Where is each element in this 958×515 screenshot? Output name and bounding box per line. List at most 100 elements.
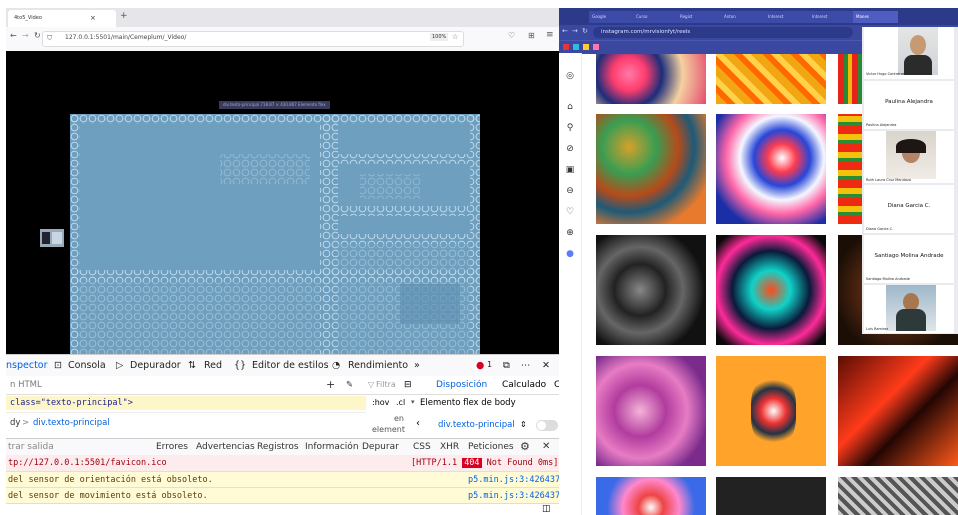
profile-icon[interactable]: ● — [564, 248, 576, 260]
shield-icon[interactable]: ⛉ — [47, 34, 52, 43]
style-editor-tab-icon[interactable]: {} — [234, 360, 246, 371]
chrome-tab-active[interactable]: Manes — [853, 11, 898, 23]
forward-icon[interactable]: → — [22, 31, 29, 40]
selected-node-row[interactable]: class="texto-principal"> — [6, 396, 366, 410]
post-thumbnail[interactable] — [596, 356, 706, 466]
console-settings-icon[interactable]: ⚙ — [520, 440, 530, 453]
p5-sketch-canvas[interactable] — [70, 114, 480, 366]
select-arrow-icon[interactable]: ⇕ — [520, 420, 527, 429]
console-row-warning[interactable]: del sensor de orientación está obsoleto.… — [6, 471, 559, 488]
participant-tile[interactable]: Victor Hugo Contreras — [864, 27, 954, 79]
back-icon[interactable]: ← — [10, 31, 17, 40]
post-thumbnail[interactable] — [716, 477, 826, 515]
filter-requests[interactable]: Peticiones — [468, 442, 514, 452]
chrome-tab[interactable]: Anton — [721, 11, 766, 23]
close-devtools-icon[interactable]: ✕ — [542, 360, 550, 371]
chrome-tab[interactable]: Regist — [677, 11, 722, 23]
flex-item-selector[interactable]: div.texto-principal — [438, 420, 515, 430]
post-thumbnail[interactable] — [596, 54, 706, 104]
chrome-tab[interactable]: Curso — [633, 11, 678, 23]
post-thumbnail[interactable] — [596, 114, 706, 224]
close-split-console-icon[interactable]: ✕ — [542, 441, 550, 452]
create-icon[interactable]: ⊕ — [564, 227, 576, 239]
tab-network[interactable]: Red — [204, 360, 222, 371]
post-thumbnail[interactable] — [838, 54, 864, 104]
hover-toggle[interactable]: :hov — [372, 398, 389, 407]
html-search-input[interactable]: n HTML — [10, 376, 42, 394]
post-thumbnail[interactable] — [716, 356, 826, 466]
more-tabs-icon[interactable]: » — [414, 360, 420, 371]
close-tab-icon[interactable]: × — [90, 10, 96, 27]
filter-logs[interactable]: Registros — [257, 442, 299, 452]
filter-xhr[interactable]: XHR — [440, 442, 459, 452]
console-input[interactable]: ◫ — [6, 503, 559, 515]
browser-tab[interactable]: 4to5_Video × — [8, 10, 116, 27]
filter-debug[interactable]: Depurar — [362, 442, 399, 452]
network-tab-icon[interactable]: ⇅ — [188, 360, 196, 371]
post-thumbnail[interactable] — [838, 114, 864, 224]
tab-inspector[interactable]: nspector — [6, 360, 48, 371]
console-source-link[interactable]: p5.min.js:3:426437 — [468, 472, 559, 488]
breadcrumb-body[interactable]: dy — [10, 413, 20, 433]
messages-icon[interactable]: ⊖ — [564, 185, 576, 197]
bookmark-icon[interactable] — [563, 44, 569, 50]
back-chevron-icon[interactable]: ‹ — [416, 418, 420, 429]
participant-tile[interactable]: Diana Garcia C. Diana Garcia C. — [864, 185, 954, 233]
dock-icon[interactable]: ⧉ — [503, 360, 510, 371]
pocket-icon[interactable]: ♡ — [508, 31, 515, 40]
participant-tile[interactable]: Paulina Alejandra Paulina Alejandra — [864, 81, 954, 129]
console-tab-icon[interactable]: ⊡ — [54, 360, 62, 371]
breadcrumb-current[interactable]: div.texto-principal — [33, 413, 110, 433]
bookmark-icon[interactable] — [573, 44, 579, 50]
forward-icon[interactable]: → — [572, 27, 578, 35]
home-icon[interactable]: ⌂ — [564, 101, 576, 113]
tab-debugger[interactable]: Depurador — [130, 360, 181, 371]
bookmark-icon[interactable] — [583, 44, 589, 50]
address-bar[interactable]: ⛉ 127.0.0.1:5501/main/Cemeplum/_Video/ 1… — [42, 31, 464, 47]
explore-icon[interactable]: ⊘ — [564, 143, 576, 155]
zoom-badge[interactable]: 100% — [430, 33, 449, 41]
reload-icon[interactable]: ↻ — [34, 31, 41, 40]
tab-style-editor[interactable]: Editor de estilos — [252, 360, 329, 371]
chrome-tab[interactable]: Interest — [765, 11, 810, 23]
tab-computed[interactable]: Calculado — [502, 376, 546, 394]
error-icon[interactable]: ● — [476, 360, 484, 371]
console-source-link[interactable]: p5.min.js:3:426437 — [468, 488, 559, 504]
reels-icon[interactable]: ▣ — [564, 164, 576, 176]
tab-console[interactable]: Consola — [68, 360, 106, 371]
debugger-tab-icon[interactable]: ▷ — [116, 360, 123, 371]
post-thumbnail[interactable] — [716, 114, 826, 224]
console-filter-input[interactable]: trar salida — [8, 442, 54, 452]
omnibox[interactable]: instagram.com/mrvisionfyt/reels — [593, 27, 853, 38]
editor-mode-icon[interactable]: ◫ — [542, 504, 551, 514]
back-icon[interactable]: ← — [562, 27, 568, 35]
devtools-options-icon[interactable]: ⋯ — [521, 360, 531, 371]
collapse-icon[interactable]: ▾ — [411, 398, 415, 406]
tab-performance[interactable]: Rendimiento — [348, 360, 408, 371]
instagram-logo-icon[interactable]: ◎ — [564, 70, 576, 82]
participant-tile[interactable]: Ruth Laura Cruz Mendoza — [864, 131, 954, 183]
bookmark-star-icon[interactable]: ☆ — [452, 33, 458, 41]
chrome-tab[interactable]: Interest — [809, 11, 854, 23]
post-thumbnail[interactable] — [596, 477, 706, 515]
class-toggle[interactable]: .cl — [396, 398, 405, 407]
add-node-icon[interactable]: + — [326, 376, 335, 394]
reload-icon[interactable]: ↻ — [582, 27, 588, 35]
post-thumbnail[interactable] — [838, 477, 958, 515]
extensions-icon[interactable]: ⊞ — [528, 31, 535, 40]
menu-icon[interactable]: ≡ — [546, 30, 554, 40]
participant-tile[interactable]: Santiago Molina Andrade Santiago Molina … — [864, 235, 954, 283]
chrome-tab[interactable]: Google — [589, 11, 634, 23]
bookmark-icon[interactable] — [593, 44, 599, 50]
notifications-icon[interactable]: ♡ — [564, 206, 576, 218]
eyedropper-icon[interactable]: ✎ — [346, 376, 353, 394]
toggle-sidebar-icon[interactable]: ⊟ — [404, 376, 412, 394]
console-row-warning[interactable]: del sensor de movimiento está obsoleto. … — [6, 487, 559, 504]
post-thumbnail[interactable] — [716, 235, 826, 345]
filter-info[interactable]: Información — [305, 442, 359, 452]
post-thumbnail[interactable] — [596, 235, 706, 345]
post-thumbnail[interactable] — [838, 356, 958, 466]
participant-tile[interactable]: Luis Ramirez — [864, 285, 954, 333]
filter-warnings[interactable]: Advertencias — [196, 442, 255, 452]
highlight-toggle[interactable] — [536, 420, 558, 431]
